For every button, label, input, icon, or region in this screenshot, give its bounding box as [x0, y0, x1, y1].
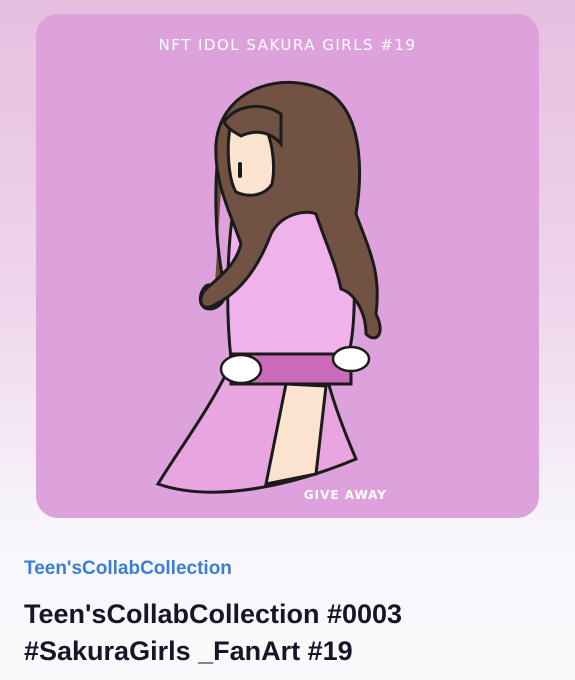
girl-illustration: [155, 80, 382, 494]
right-ruffle: [331, 345, 371, 373]
nft-artwork-card[interactable]: NFT IDOL SAKURA GIRLS #19 GIVE AWAY: [36, 14, 539, 518]
item-title: Teen'sCollabCollection #0003 #SakuraGirl…: [24, 596, 554, 670]
collection-link[interactable]: Teen'sCollabCollection: [24, 558, 232, 580]
item-title-line2: #SakuraGirls _FanArt #19: [24, 636, 353, 666]
artwork-footer: GIVE AWAY: [303, 488, 387, 502]
artwork-caption: NFT IDOL SAKURA GIRLS #19: [158, 36, 417, 54]
item-title-line1: Teen'sCollabCollection #0003: [24, 599, 403, 629]
left-ruffle: [219, 353, 263, 385]
